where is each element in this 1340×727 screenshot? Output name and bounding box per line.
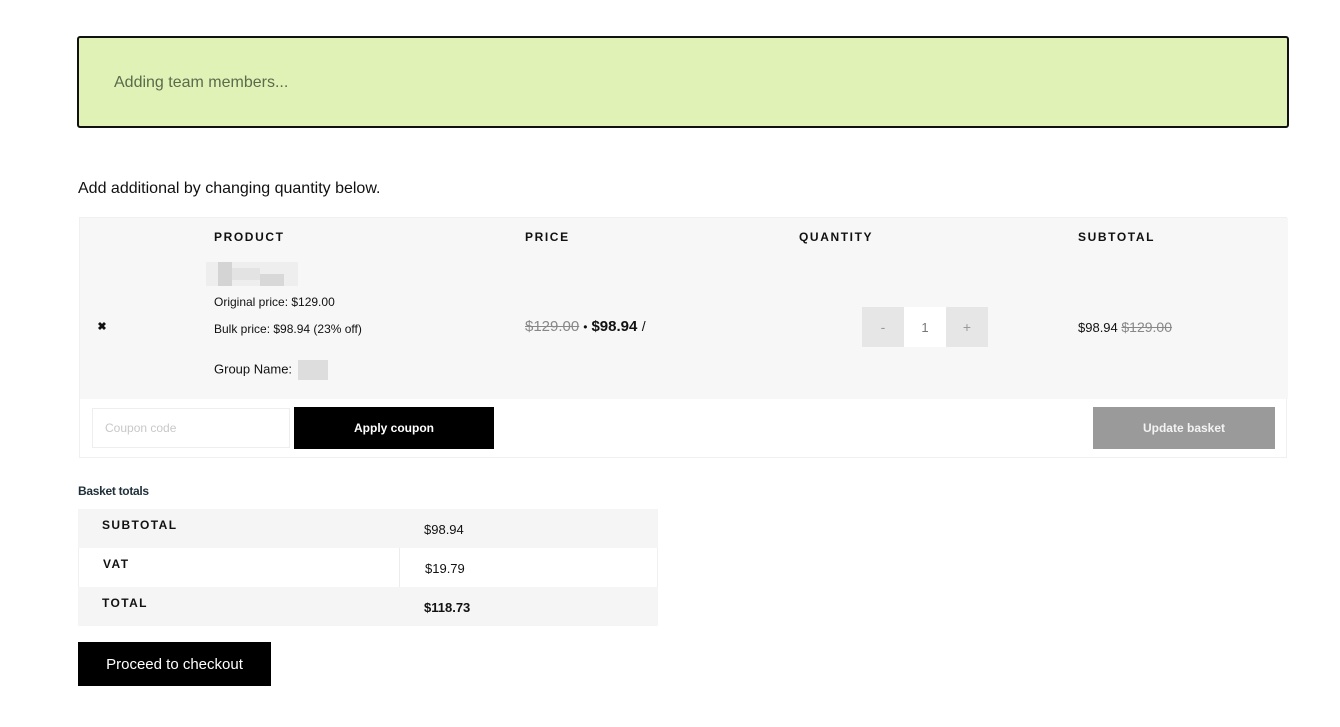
header-quantity: QUANTITY bbox=[799, 230, 874, 244]
basket-totals-table: SUBTOTAL $98.94 VAT $19.79 TOTAL $118.73 bbox=[78, 509, 658, 626]
group-name-line: Group Name: bbox=[214, 360, 328, 380]
coupon-input[interactable] bbox=[92, 408, 290, 448]
proceed-to-checkout-button[interactable]: Proceed to checkout bbox=[78, 642, 271, 686]
apply-coupon-button[interactable]: Apply coupon bbox=[294, 407, 494, 449]
cart-table: PRODUCT PRICE QUANTITY SUBTOTAL ✖ Origin… bbox=[79, 217, 1288, 458]
totals-value: $19.79 bbox=[425, 561, 465, 576]
bulk-price-line: Bulk price: $98.94 (23% off) bbox=[214, 322, 362, 336]
header-price: PRICE bbox=[525, 230, 570, 244]
subtotal-cell: $98.94 $129.00 bbox=[1078, 319, 1172, 335]
qty-decrease-button[interactable]: - bbox=[862, 307, 904, 347]
price-cell: $129.00 • $98.94 / bbox=[525, 318, 646, 336]
quantity-stepper[interactable]: - 1 + bbox=[862, 307, 988, 347]
price-new: $98.94 bbox=[591, 318, 638, 335]
update-basket-button[interactable]: Update basket bbox=[1093, 407, 1275, 449]
qty-input[interactable]: 1 bbox=[904, 307, 946, 347]
basket-totals-title: Basket totals bbox=[78, 484, 149, 498]
totals-divider bbox=[399, 548, 400, 587]
notice-message: Adding team members... bbox=[114, 74, 289, 91]
price-suffix: / bbox=[641, 318, 646, 334]
price-old: $129.00 bbox=[525, 318, 580, 335]
totals-label: SUBTOTAL bbox=[102, 518, 178, 532]
totals-label: TOTAL bbox=[102, 596, 148, 610]
header-product: PRODUCT bbox=[214, 230, 285, 244]
intro-text: Add additional by changing quantity belo… bbox=[78, 180, 381, 197]
totals-value: $118.73 bbox=[424, 600, 471, 615]
notice-banner: Adding team members... bbox=[77, 36, 1289, 128]
qty-increase-button[interactable]: + bbox=[946, 307, 988, 347]
price-separator: • bbox=[583, 320, 588, 334]
product-name-redacted[interactable] bbox=[206, 262, 298, 286]
group-name-label: Group Name: bbox=[214, 361, 293, 377]
subtotal-new: $98.94 bbox=[1078, 320, 1118, 335]
cart-row-area: PRODUCT PRICE QUANTITY SUBTOTAL ✖ Origin… bbox=[80, 218, 1288, 399]
header-subtotal: SUBTOTAL bbox=[1078, 230, 1156, 244]
totals-label: VAT bbox=[103, 557, 130, 571]
totals-row-subtotal: SUBTOTAL $98.94 bbox=[78, 509, 658, 548]
remove-item-icon[interactable]: ✖ bbox=[96, 321, 108, 333]
totals-row-vat: VAT $19.79 bbox=[78, 548, 658, 587]
totals-row-total: TOTAL $118.73 bbox=[78, 587, 658, 626]
subtotal-old: $129.00 bbox=[1121, 319, 1172, 335]
original-price-line: Original price: $129.00 bbox=[214, 295, 335, 309]
totals-value: $98.94 bbox=[424, 522, 464, 537]
group-name-redacted bbox=[297, 360, 328, 380]
